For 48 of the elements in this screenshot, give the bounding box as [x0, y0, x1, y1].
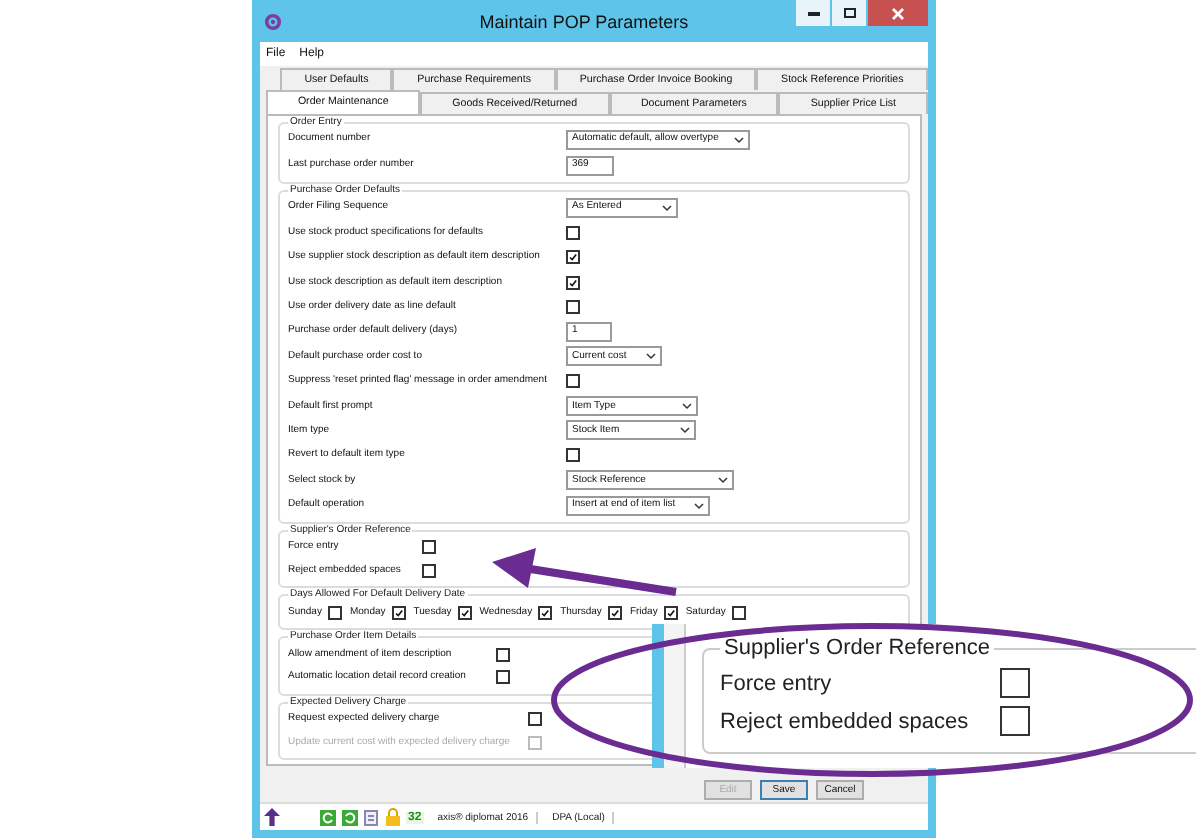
window-title: Maintain POP Parameters — [477, 11, 691, 31]
minimize-button[interactable] — [796, 0, 830, 26]
checkbox[interactable] — [457, 605, 472, 620]
checkbox[interactable] — [566, 225, 580, 240]
checkbox[interactable] — [566, 448, 580, 463]
checkmark-icon — [568, 277, 578, 288]
app-icon — [264, 11, 282, 31]
checkmark-icon — [609, 607, 620, 618]
minimize-icon — [807, 11, 819, 15]
checkbox[interactable] — [566, 275, 580, 290]
checkbox[interactable] — [566, 299, 580, 314]
field-label: Reject embedded spaces — [720, 709, 971, 733]
dropdown-caret-icon — [682, 402, 692, 411]
checkbox[interactable] — [663, 605, 678, 620]
dropdown-caret-icon — [680, 426, 690, 435]
field-label: Force entry — [720, 671, 834, 695]
dropdown-caret-icon — [718, 476, 728, 485]
close-button[interactable] — [868, 0, 928, 26]
dropdown-caret-icon — [734, 135, 744, 144]
checkmark-icon — [393, 607, 404, 618]
checkbox[interactable] — [566, 250, 580, 265]
checkbox[interactable] — [496, 670, 510, 685]
checkbox[interactable] — [1000, 706, 1030, 736]
checkbox[interactable] — [391, 605, 406, 620]
checkbox[interactable] — [422, 563, 436, 578]
checkbox[interactable] — [327, 605, 342, 620]
checkbox[interactable] — [538, 605, 553, 620]
checkbox[interactable] — [731, 605, 746, 620]
maximize-button[interactable] — [832, 0, 866, 26]
checkmark-icon — [665, 607, 676, 618]
document-icon — [364, 809, 380, 826]
close-icon — [892, 7, 904, 19]
checkbox[interactable] — [422, 540, 436, 555]
checkmark-icon — [459, 607, 470, 618]
dropdown-caret-icon — [646, 352, 656, 361]
up-arrow-icon — [264, 808, 280, 827]
checkbox[interactable] — [607, 605, 622, 620]
lock-icon — [386, 808, 400, 827]
maximize-icon — [843, 8, 855, 18]
dropdown-caret-icon — [694, 501, 704, 510]
checkbox[interactable] — [528, 712, 542, 727]
checkbox[interactable] — [566, 374, 580, 389]
dropdown-caret-icon — [662, 203, 672, 212]
checkmark-icon — [540, 607, 551, 618]
checkmark-icon — [568, 252, 578, 263]
group-title: Supplier's Order Reference — [722, 636, 992, 660]
checkbox[interactable] — [1000, 668, 1030, 698]
checkbox[interactable] — [496, 647, 510, 662]
